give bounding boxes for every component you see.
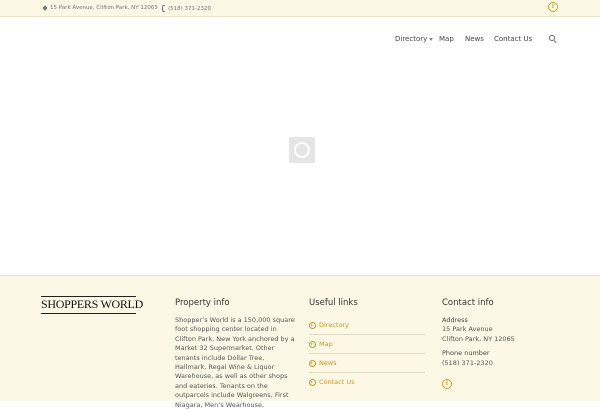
property-info-title: Property info	[175, 298, 230, 308]
nav-item-map[interactable]: Map	[439, 35, 454, 43]
footer-link-contact-us[interactable]: Contact Us	[309, 373, 425, 391]
property-info-text: Shopper’s World is a 150,000 square foot…	[175, 316, 295, 409]
arrow-circle-icon	[309, 359, 316, 367]
main-content	[0, 61, 600, 275]
contact-info-title: Contact info	[442, 298, 494, 308]
facebook-icon[interactable]: f	[442, 379, 452, 389]
phone-label: Phone number	[442, 349, 490, 358]
top-info-bar: 15 Park Avenue, Clifton Park, NY 12065 (…	[0, 0, 600, 17]
footer-link-news[interactable]: News	[309, 354, 425, 373]
arrow-circle-icon	[309, 378, 316, 386]
footer-link-map[interactable]: Map	[309, 335, 425, 354]
facebook-icon[interactable]: f	[548, 2, 558, 12]
nav-item-news[interactable]: News	[465, 35, 484, 43]
map-pin-icon	[43, 6, 47, 11]
topbar-address: 15 Park Avenue, Clifton Park, NY 12065	[50, 5, 158, 11]
contact-info: Address 15 Park Avenue Clifton Park, NY …	[442, 316, 515, 368]
phone-number[interactable]: (518) 371-2320	[442, 359, 515, 368]
arrow-circle-icon	[309, 321, 316, 329]
chevron-down-icon	[429, 37, 434, 41]
nav-item-contact-us[interactable]: Contact Us	[494, 35, 532, 43]
logo[interactable]: SHOPPERS WORLD	[41, 296, 143, 314]
footer-link-directory[interactable]: Directory	[309, 316, 425, 335]
search-icon[interactable]	[549, 35, 557, 44]
address-line-2: Clifton Park, NY 12065	[442, 334, 515, 343]
address-label: Address	[442, 316, 468, 324]
topbar-phone: (518) 371-2320	[168, 5, 212, 12]
loading-spinner-icon	[289, 137, 315, 163]
nav-item-directory[interactable]: Directory	[395, 35, 434, 43]
address-info: 15 Park Avenue, Clifton Park, NY 12065	[43, 5, 158, 11]
phone-icon	[162, 5, 165, 12]
useful-links-title: Useful links	[309, 298, 358, 308]
arrow-circle-icon	[309, 340, 316, 348]
useful-links-list: Directory Map News Contact Us	[309, 316, 425, 391]
phone-info: (518) 371-2320	[162, 5, 211, 12]
address-line-1: 15 Park Avenue	[442, 325, 493, 334]
